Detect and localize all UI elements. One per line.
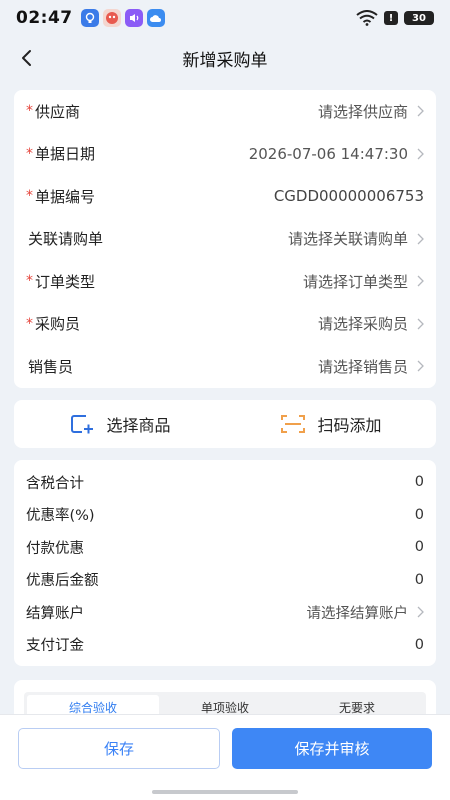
form-row-value: 请选择采购员 [318, 313, 424, 334]
status-indicators: ! 30 [356, 10, 434, 26]
form-row-value: CGDD00000006753 [274, 187, 424, 205]
chevron-right-icon [417, 105, 424, 117]
form-value-text: 请选择关联请购单 [287, 230, 408, 249]
form-label-text: 订单类型 [35, 272, 96, 291]
form-row-value: 请选择关联请购单 [288, 228, 424, 249]
required-marker: * [26, 103, 33, 120]
status-time: 02:47 [16, 8, 73, 28]
summary-label: 付款优惠 [26, 540, 84, 557]
battery-indicator: 30 [404, 11, 434, 25]
summary-label: 优惠率(%) [26, 508, 95, 525]
form-row-label: 关联请购单 [26, 228, 103, 249]
home-indicator [152, 790, 298, 794]
form-value-text: 请选择订单类型 [302, 272, 408, 291]
chevron-right-icon [417, 318, 424, 330]
form-row-value: 请选择订单类型 [303, 271, 424, 292]
goods-action-card: 选择商品 扫码添加 [14, 400, 436, 448]
form-row[interactable]: * 单据日期 2026-07-06 14:47:30 [14, 133, 436, 176]
summary-value: 0 [415, 507, 424, 523]
form-row-value: 请选择供应商 [318, 101, 424, 122]
form-row-label: * 采购员 [26, 313, 80, 334]
summary-label: 支付订金 [26, 638, 84, 655]
form-value-text: 2026-07-06 14:47:30 [248, 144, 408, 163]
required-marker: * [26, 273, 33, 290]
form-label-text: 采购员 [35, 315, 81, 334]
form-row-label: * 单据编号 [26, 186, 95, 207]
form-row[interactable]: * 采购员 请选择采购员 [14, 303, 436, 346]
summary-value-text: 0 [414, 539, 424, 556]
form-row-label: 销售员 [26, 356, 73, 377]
alert-icon: ! [384, 11, 398, 25]
scan-icon [281, 415, 306, 433]
form-label-text: 关联请购单 [28, 230, 104, 249]
form-value-text: 请选择销售员 [317, 357, 408, 376]
back-button[interactable] [12, 44, 40, 72]
summary-value: 0 [415, 474, 424, 490]
summary-value: 0 [415, 572, 424, 588]
form-row-value: 2026-07-06 14:47:30 [249, 145, 424, 163]
form-row-label: * 供应商 [26, 101, 80, 122]
face-app-icon [102, 9, 121, 27]
chevron-right-icon [417, 233, 424, 245]
summary-row: 优惠率(%) 0 [14, 499, 436, 532]
order-form-card: * 供应商 请选择供应商 * 单据日期 2026-07-06 14:47:30 * 单据编号 C… [14, 90, 436, 388]
bulb-app-icon [80, 9, 99, 27]
select-goods-label: 选择商品 [106, 416, 171, 435]
save-button[interactable]: 保存 [18, 728, 220, 769]
summary-label: 优惠后金额 [26, 573, 99, 590]
form-value-text: 请选择采购员 [317, 315, 408, 334]
required-marker: * [26, 145, 33, 162]
summary-value: 0 [415, 539, 424, 555]
form-row: * 单据编号 CGDD00000006753 [14, 175, 436, 218]
nav-bar: 新增采购单 [0, 36, 450, 80]
summary-row: 支付订金 0 [14, 629, 436, 662]
summary-value-text: 0 [414, 474, 424, 491]
summary-label: 含税合计 [26, 475, 84, 492]
summary-value: 0 [415, 637, 424, 653]
summary-value-text: 0 [414, 571, 424, 588]
summary-value-text: 请选择结算账户 [306, 605, 409, 622]
summary-value-text: 0 [414, 636, 424, 653]
summary-row: 优惠后金额 0 [14, 564, 436, 597]
summary-label: 结算账户 [26, 605, 84, 622]
form-row-value: 请选择销售员 [318, 356, 424, 377]
summary-row[interactable]: 结算账户 请选择结算账户 [14, 596, 436, 629]
bottom-action-bar: 保存 保存并审核 [0, 714, 450, 800]
scan-add-label: 扫码添加 [317, 416, 382, 435]
summary-row: 含税合计 0 [14, 466, 436, 499]
form-value-text: CGDD00000006753 [273, 187, 424, 206]
back-arrow-icon [22, 50, 31, 66]
status-app-icons [80, 9, 165, 27]
required-marker: * [26, 315, 33, 332]
chevron-right-icon [417, 275, 424, 287]
form-row-label: * 单据日期 [26, 143, 95, 164]
form-row[interactable]: * 订单类型 请选择订单类型 [14, 260, 436, 303]
summary-row: 付款优惠 0 [14, 531, 436, 564]
form-row-label: * 订单类型 [26, 271, 95, 292]
form-row[interactable]: * 供应商 请选择供应商 [14, 90, 436, 133]
scan-add-button[interactable]: 扫码添加 [225, 412, 436, 436]
chevron-right-icon [417, 360, 424, 372]
form-row[interactable]: 销售员 请选择销售员 [14, 345, 436, 388]
wifi-icon [356, 10, 378, 26]
form-label-text: 单据编号 [35, 187, 96, 206]
summary-card: 含税合计 0 优惠率(%) 0 付款优惠 0 优惠后金额 0 结算账户 请选择结算账户支付订金 0 [14, 460, 436, 666]
required-marker: * [26, 188, 33, 205]
status-bar: 02:47 ! 30 [0, 0, 450, 36]
form-label-text: 销售员 [28, 357, 74, 376]
add-goods-icon [71, 415, 94, 434]
chevron-right-icon [417, 148, 424, 160]
save-and-review-button[interactable]: 保存并审核 [232, 728, 432, 769]
form-label-text: 供应商 [35, 102, 81, 121]
select-goods-button[interactable]: 选择商品 [14, 412, 225, 436]
chevron-right-icon [417, 606, 424, 618]
form-label-text: 单据日期 [35, 145, 96, 164]
summary-value-text: 0 [414, 506, 424, 523]
summary-value: 请选择结算账户 [307, 602, 425, 623]
page-title: 新增采购单 [182, 50, 268, 71]
sound-app-icon [124, 9, 143, 27]
cloud-app-icon [146, 9, 165, 27]
form-row[interactable]: 关联请购单 请选择关联请购单 [14, 218, 436, 261]
form-value-text: 请选择供应商 [317, 102, 408, 121]
